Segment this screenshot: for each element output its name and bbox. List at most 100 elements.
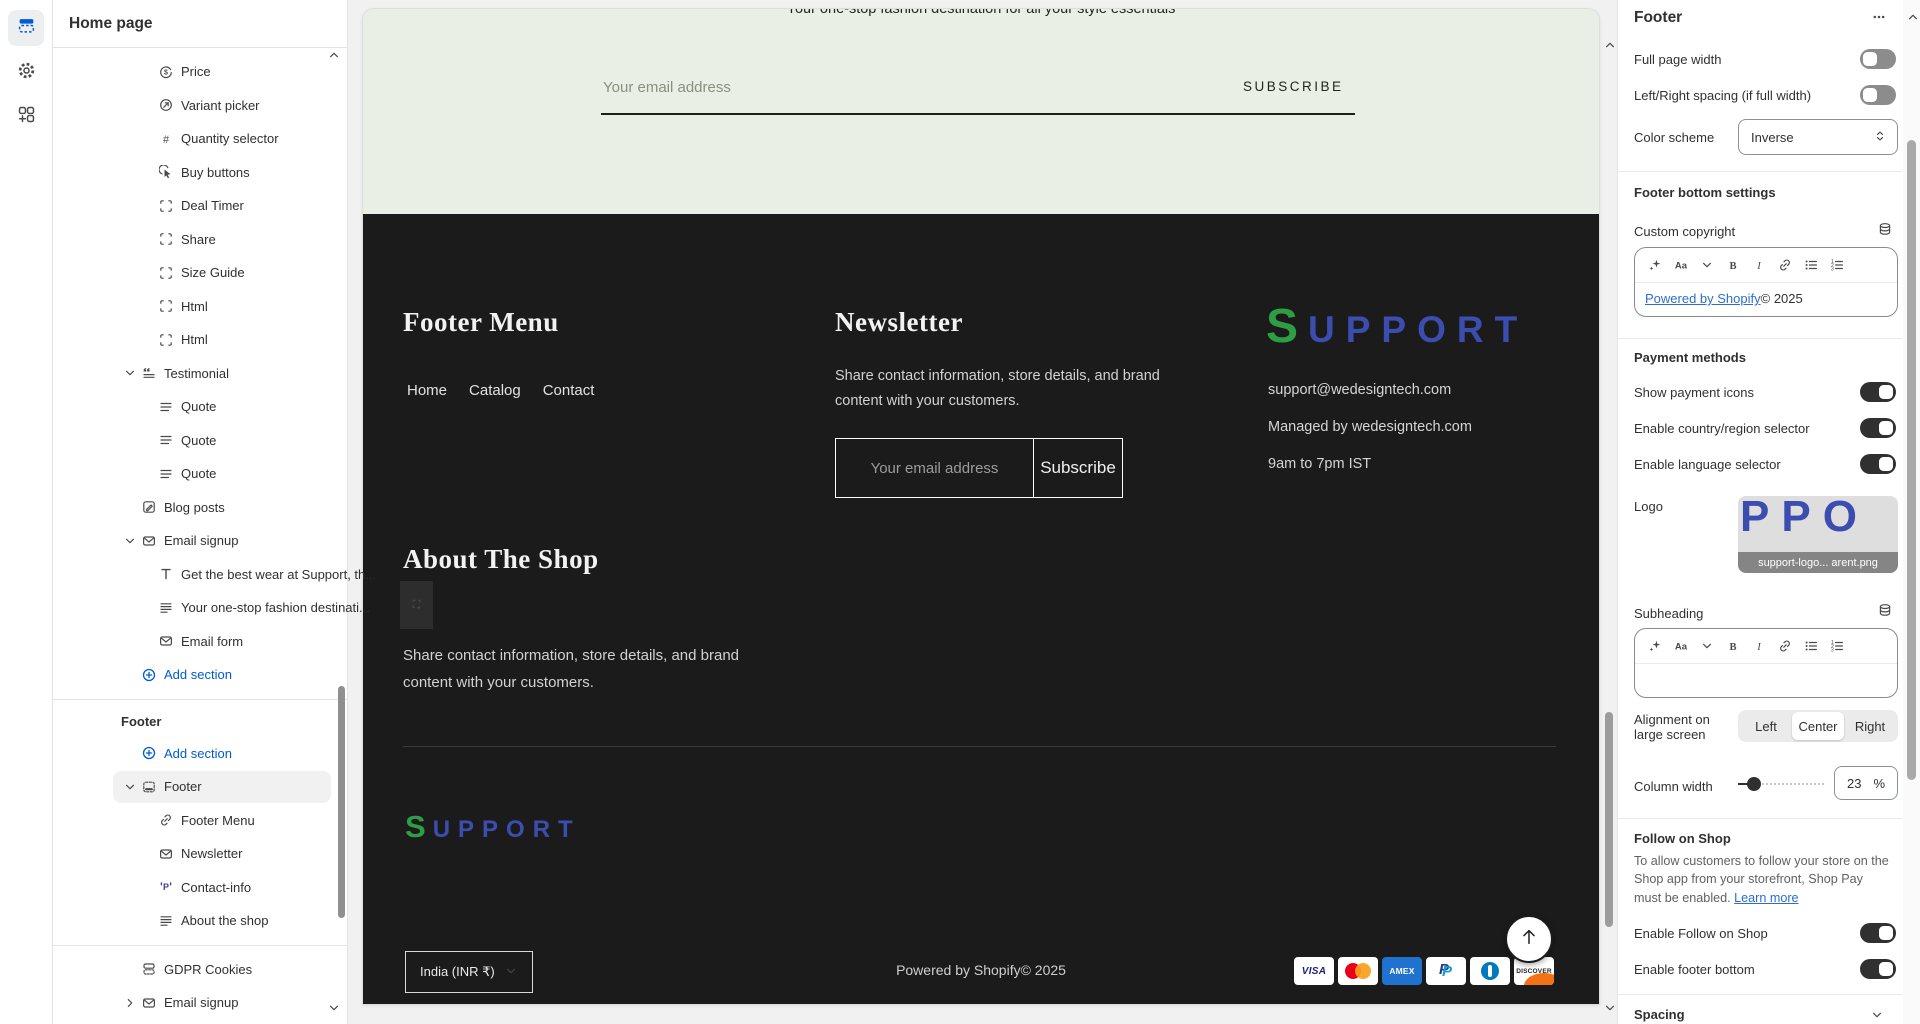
dynamic-source-icon[interactable] [1878,222,1892,241]
link-icon[interactable] [1777,257,1793,273]
sidebar-item-variant-picker[interactable]: Variant picker [53,89,347,123]
sidebar-item-testimonial[interactable]: Testimonial [53,357,347,391]
theme-settings-rail-button[interactable] [8,55,44,91]
sidebar-item-your-one-stop-fashion-destinati[interactable]: Your one-stop fashion destinati... [53,591,347,625]
sidebar-item-add-section[interactable]: Add section [53,658,347,692]
bold-icon[interactable]: B [1725,257,1741,273]
copyright-link[interactable]: Powered by Shopify [1645,291,1761,306]
sidebar-item-size-guide[interactable]: Size Guide [53,256,347,290]
chevron-down-icon[interactable] [1699,257,1715,273]
sidebar-scrollbar[interactable] [338,686,345,918]
sidebar-item-html[interactable]: Html [53,323,347,357]
sidebar-item-get-the-best-wear-at-support-th[interactable]: Get the best wear at Support, th... [53,558,347,592]
alignment-option-center[interactable]: Center [1792,712,1844,740]
chevron-down-icon[interactable] [1699,638,1715,654]
sidebar-item-html[interactable]: Html [53,290,347,324]
show-payment-icons-toggle[interactable] [1860,382,1896,402]
spacing-expand-icon[interactable] [1870,1008,1884,1024]
sidebar-item-share[interactable]: Share [53,223,347,257]
alignment-option-right[interactable]: Right [1844,712,1896,740]
sidebar-item-gdpr-cookies[interactable]: GDPR Cookies [53,953,347,987]
sidebar-item-footer[interactable]: Footer [53,770,347,804]
lr-spacing-toggle[interactable] [1860,85,1896,105]
back-to-top-button[interactable] [1505,915,1553,963]
svg-text:Aa: Aa [1675,260,1688,271]
sidebar-item-deal-timer[interactable]: Deal Timer [53,189,347,223]
sidebar-item-email-signup[interactable]: Email signup [53,986,347,1020]
chevron-down-icon[interactable] [123,780,137,794]
format-icon[interactable]: Aa [1673,638,1689,654]
sidebar-item-blog-posts[interactable]: Blog posts [53,491,347,525]
dynamic-source-icon[interactable] [1878,603,1892,622]
bullet-list-icon[interactable] [1803,257,1819,273]
sidebar-item-add-section[interactable]: Add section [53,737,347,771]
footer-link-catalog[interactable]: Catalog [469,382,521,399]
sidebar-item-buy-buttons[interactable]: Buy buttons [53,156,347,190]
learn-more-link[interactable]: Learn more [1734,891,1798,905]
sidebar-item-email-signup[interactable]: Email signup [53,524,347,558]
bullet-list-icon[interactable] [1803,638,1819,654]
svg-text:Aa: Aa [1675,641,1688,652]
magic-icon[interactable] [1647,638,1663,654]
price-icon: $ [158,64,173,79]
subheading-editor-body[interactable] [1635,664,1897,697]
enable-follow-toggle[interactable] [1860,923,1896,943]
numbered-list-icon[interactable]: 123 [1829,257,1845,273]
sections-rail-button[interactable] [8,10,44,46]
format-icon[interactable]: Aa [1673,257,1689,273]
sidebar-item-footer-menu[interactable]: Footer Menu [53,804,347,838]
sidebar-item-quote[interactable]: Quote [53,457,347,491]
copyright-editor-body[interactable]: Powered by Shopify© 2025 [1635,283,1897,316]
inspector-scroll-thumb[interactable] [1907,140,1916,780]
logo-thumbnail[interactable]: PPO support-logo... arent.png [1738,496,1898,573]
magic-icon[interactable] [1647,257,1663,273]
link-icon[interactable] [1777,638,1793,654]
apps-rail-button[interactable] [8,99,44,135]
newsletter-subscribe-button[interactable]: Subscribe [1034,439,1122,497]
sidebar-item-label: Get the best wear at Support, th... [181,567,376,582]
sidebar-item-email-form[interactable]: Email form [53,625,347,659]
enable-follow-label: Enable Follow on Shop [1634,926,1768,941]
subheading-editor[interactable]: Aa BI 123 [1634,628,1898,698]
italic-icon[interactable]: I [1751,638,1767,654]
chevron-right-icon[interactable] [123,996,137,1010]
signup-subscribe-button[interactable]: SUBSCRIBE [1243,79,1344,94]
slider-knob[interactable] [1747,777,1761,791]
country-selector-toggle[interactable] [1860,418,1896,438]
scroll-down-arrow-icon[interactable] [1603,1001,1617,1020]
footer-link-contact[interactable]: Contact [543,382,595,399]
logo-filename: support-logo... arent.png [1738,552,1898,573]
newsletter-email-input[interactable]: Your email address [836,439,1034,497]
numbered-list-icon[interactable]: 123 [1829,638,1845,654]
sidebar-item-quote[interactable]: Quote [53,390,347,424]
sidebar-item-quote[interactable]: Quote [53,424,347,458]
column-width-slider[interactable] [1738,777,1824,791]
sidebar-item-contact-info[interactable]: PContact-info [53,871,347,905]
paragraph-icon [158,913,173,928]
alignment-option-left[interactable]: Left [1740,712,1792,740]
italic-icon[interactable]: I [1751,257,1767,273]
chevron-down-icon[interactable] [123,534,137,548]
chevron-down-icon[interactable] [123,366,137,380]
bold-icon[interactable]: B [1725,638,1741,654]
sidebar-item-price[interactable]: $Price [53,55,347,89]
sidebar-item-newsletter[interactable]: Newsletter [53,837,347,871]
color-scheme-select[interactable]: Inverse [1738,119,1898,155]
sidebar-item-quantity-selector[interactable]: #Quantity selector [53,122,347,156]
sidebar-scroll-down-icon[interactable] [327,1001,341,1020]
sidebar-item-about-the-shop[interactable]: About the shop [53,904,347,938]
language-selector-toggle[interactable] [1860,454,1896,474]
footer-link-home[interactable]: Home [407,382,447,399]
signup-email-input[interactable]: Your email address [603,79,731,96]
full-page-width-toggle[interactable] [1860,49,1896,69]
column-width-input[interactable]: 23 % [1834,766,1898,800]
scroll-up-arrow-icon[interactable] [1603,38,1617,57]
inspector-scrollbar[interactable] [1903,0,1920,1024]
more-options-button[interactable] [1872,10,1886,29]
enable-footer-bottom-toggle[interactable] [1860,959,1896,979]
preview-scrollbar[interactable] [1602,0,1616,1024]
preview-scroll-thumb[interactable] [1605,712,1613,927]
custom-copyright-editor[interactable]: Aa BI 123 Powered by Shopify© 2025 [1634,247,1898,317]
color-scheme-label: Color scheme [1634,130,1714,145]
scroll-up-arrow-icon[interactable] [1906,10,1920,29]
